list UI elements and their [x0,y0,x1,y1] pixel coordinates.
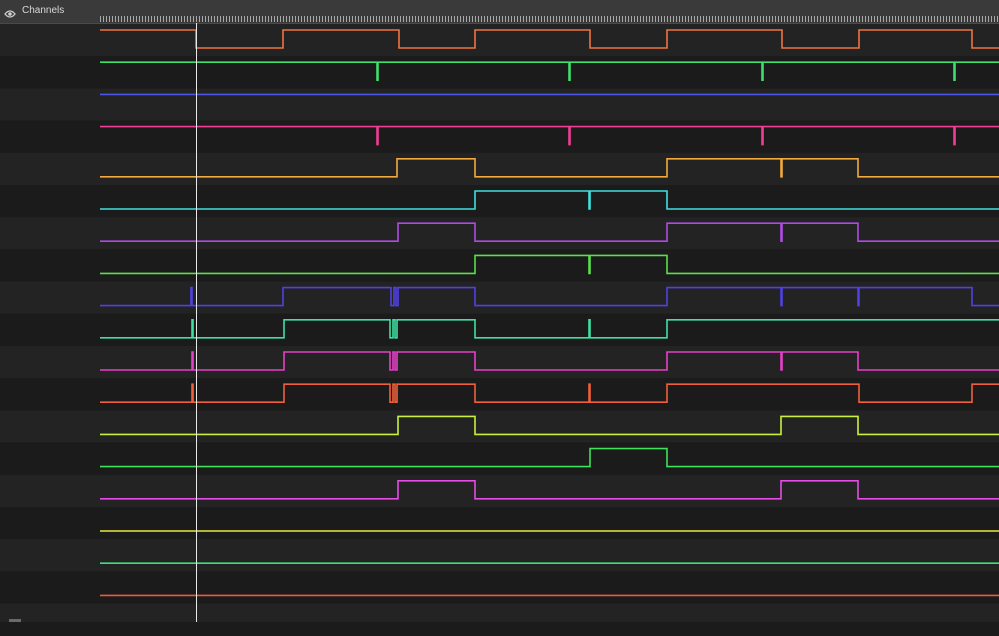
channel-row-bg [0,507,999,540]
channel-row-bg [0,474,999,507]
channel-row-bg [0,571,999,604]
channel-row-bg [0,539,999,572]
channel-row-bg [0,603,999,622]
waveform-area[interactable] [0,0,999,622]
channel-row-bg [0,346,999,379]
channel-row-bg [0,56,999,89]
channel-row-bg [0,152,999,185]
channel-row-bg [0,410,999,443]
channel-row-bg [0,442,999,475]
channel-row-bg [0,378,999,411]
channel-row-bg [0,24,999,57]
channel-row-bg [0,313,999,346]
channel-row-bg [0,217,999,250]
time-cursor[interactable] [196,23,197,622]
channel-row-bg [0,185,999,218]
channel-row-bg [0,249,999,282]
channel-row-bg [0,281,999,314]
channel-row-bg [0,88,999,121]
channel-row-bg [0,120,999,153]
